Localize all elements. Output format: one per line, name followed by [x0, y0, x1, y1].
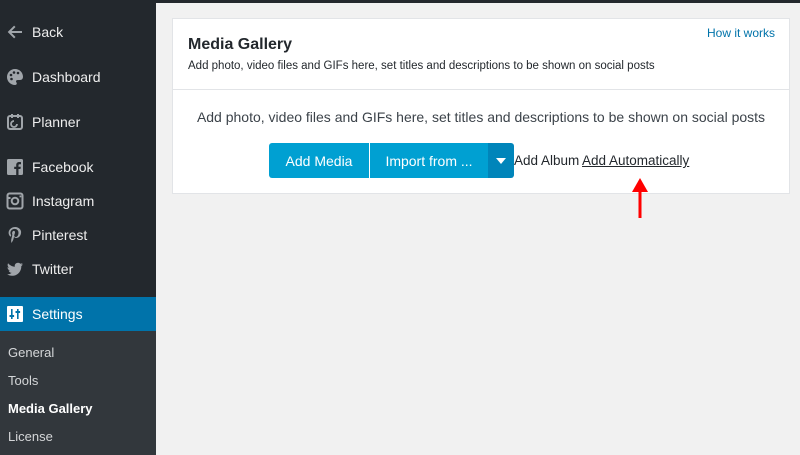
sidebar-item-back[interactable]: Back	[0, 15, 156, 49]
how-it-works-link[interactable]: How it works	[707, 26, 775, 40]
sidebar-item-settings[interactable]: Settings	[0, 297, 156, 331]
submenu-item-media-gallery[interactable]: Media Gallery	[8, 401, 93, 416]
sidebar-item-planner[interactable]: Planner	[0, 105, 156, 139]
panel-divider	[173, 89, 789, 90]
sidebar-item-label: Back	[32, 24, 64, 40]
import-from-button[interactable]: Import from ...	[370, 143, 488, 178]
media-gallery-panel: Media Gallery Add photo, video files and…	[172, 18, 790, 194]
sidebar-item-twitter[interactable]: Twitter	[0, 252, 156, 286]
facebook-icon	[5, 157, 25, 177]
sidebar-item-facebook[interactable]: Facebook	[0, 150, 156, 184]
sidebar-item-pinterest[interactable]: Pinterest	[0, 218, 156, 252]
sidebar-item-label: Twitter	[32, 261, 74, 277]
sidebar-item-instagram[interactable]: Instagram	[0, 184, 156, 218]
instagram-icon	[5, 191, 25, 211]
pinterest-icon	[5, 225, 25, 245]
submenu-item-tools[interactable]: Tools	[8, 373, 38, 388]
sidebar-item-label: Dashboard	[32, 69, 101, 85]
settings-icon	[5, 304, 25, 324]
sidebar: Back Dashboard Planner Facebook Instagra…	[0, 0, 156, 455]
submenu-item-license[interactable]: License	[8, 429, 53, 444]
page-description: Add photo, video files and GIFs here, se…	[188, 60, 655, 72]
add-media-button[interactable]: Add Media	[269, 143, 369, 178]
sidebar-item-dashboard[interactable]: Dashboard	[0, 60, 156, 94]
sidebar-item-label: Facebook	[32, 159, 94, 175]
calendar-icon	[5, 112, 25, 132]
sidebar-item-label: Settings	[32, 306, 83, 322]
page-title: Media Gallery	[188, 36, 293, 53]
annotation-arrow-icon	[632, 178, 648, 218]
sidebar-item-label: Instagram	[32, 193, 95, 209]
settings-submenu: General Tools Media Gallery License	[0, 331, 156, 455]
caret-down-icon	[496, 157, 506, 164]
arrow-left-icon	[5, 22, 25, 42]
import-dropdown-button[interactable]	[488, 143, 514, 178]
palette-icon	[5, 67, 25, 87]
sidebar-item-label: Pinterest	[32, 227, 88, 243]
empty-gallery-message: Add photo, video files and GIFs here, se…	[196, 109, 766, 125]
add-automatically-link[interactable]: Add Automatically	[582, 153, 689, 168]
add-album-link[interactable]: Add Album	[514, 153, 579, 168]
submenu-item-general[interactable]: General	[8, 345, 54, 360]
sidebar-item-label: Planner	[32, 114, 81, 130]
twitter-icon	[5, 259, 25, 279]
